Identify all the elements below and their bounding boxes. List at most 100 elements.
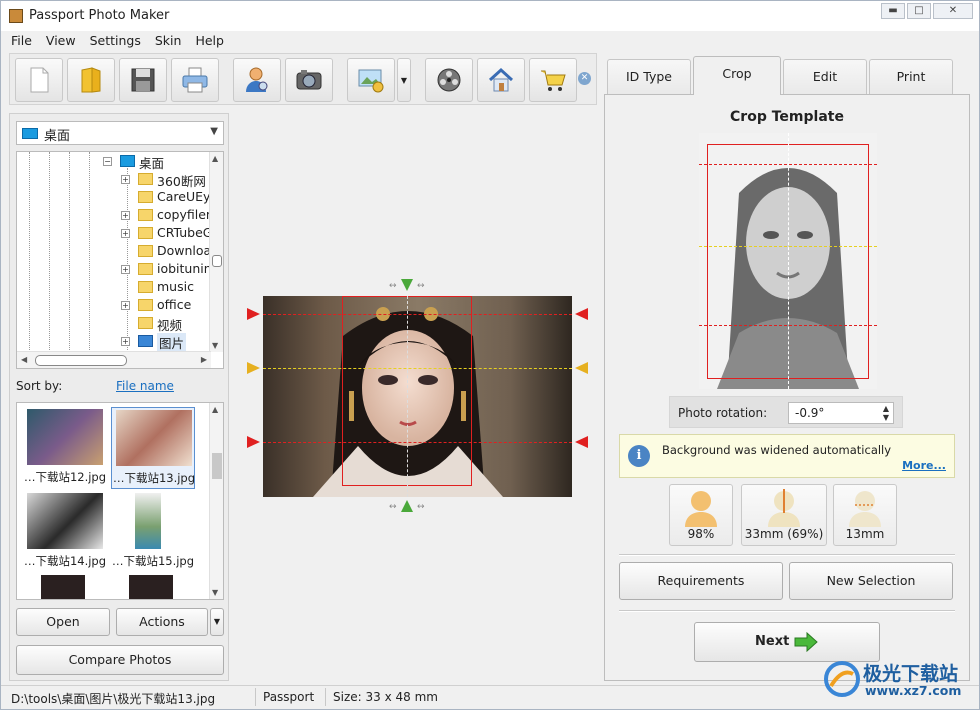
photo-rotation-label: Photo rotation: (678, 406, 768, 420)
move-right-icon[interactable]: ↔ (417, 502, 425, 512)
folder-icon (138, 209, 153, 221)
open-button[interactable] (67, 58, 115, 102)
menu-skin[interactable]: Skin (155, 31, 182, 51)
eye-distance-icon (849, 491, 881, 527)
menu-view[interactable]: View (46, 31, 76, 51)
tree-vertical-scrollbar[interactable]: ▲ ▼ (209, 152, 223, 352)
chin-guide-right-handle[interactable] (575, 436, 588, 448)
actions-dropdown[interactable]: ▼ (210, 608, 224, 636)
open-button[interactable]: Open (16, 608, 110, 636)
thumbnail-image (41, 575, 85, 599)
scroll-thumb[interactable] (212, 453, 222, 479)
tab-edit[interactable]: Edit (783, 59, 867, 94)
expand-icon[interactable]: + (121, 337, 130, 346)
crop-panel: Crop Template Photo rotation: -0.9° ▲▼ (604, 94, 970, 681)
tab-id-type[interactable]: ID Type (607, 59, 691, 94)
move-right-icon[interactable]: ↔ (417, 281, 425, 291)
requirements-button[interactable]: Requirements (619, 562, 783, 600)
menu-file[interactable]: File (11, 31, 32, 51)
save-button[interactable] (119, 58, 167, 102)
maximize-button[interactable]: □ (907, 3, 931, 19)
compare-photos-button[interactable]: Compare Photos (16, 645, 224, 675)
thumbnail-item[interactable]: …下载站14.jpg (23, 491, 107, 573)
image-settings-icon (358, 69, 384, 93)
template-center-line (788, 133, 789, 389)
menu-help[interactable]: Help (195, 31, 224, 51)
file-browser-panel: 桌面 ▼ − 桌面 + 360断网 CareUEye + copyfilen +… (9, 113, 229, 681)
chevron-down-icon: ▼ (210, 126, 218, 137)
window-title: Passport Photo Maker (29, 8, 170, 23)
top-guide-left-handle[interactable] (247, 308, 260, 320)
thumbnail-image (116, 410, 192, 466)
thumbnail-item[interactable] (23, 573, 107, 599)
thumbnail-image (129, 575, 173, 599)
film-button[interactable] (425, 58, 473, 102)
new-selection-button[interactable]: New Selection (789, 562, 953, 600)
thumbnail-image (27, 409, 103, 465)
watermark-url: www.xz7.com (865, 683, 962, 698)
minimize-button[interactable]: ▬ (881, 3, 905, 19)
thumbnail-item-selected[interactable]: …下载站13.jpg (111, 407, 195, 489)
scroll-down-icon[interactable]: ▼ (212, 588, 218, 597)
thumbnail-item[interactable] (111, 573, 195, 599)
expand-icon[interactable]: + (121, 175, 130, 184)
spinner-icon[interactable]: ▲ ▼ (883, 404, 889, 422)
scroll-up-icon[interactable]: ▲ (212, 405, 218, 414)
chin-guide-left-handle[interactable] (247, 436, 260, 448)
thumbnail-list: …下载站12.jpg …下载站13.jpg …下载站14.jpg …下载站15.… (16, 402, 224, 600)
tab-crop[interactable]: Crop (693, 56, 781, 95)
expand-icon[interactable]: + (121, 211, 130, 220)
close-toolbar-icon[interactable]: ✕ (578, 72, 591, 85)
tab-print[interactable]: Print (869, 59, 953, 94)
scroll-thumb[interactable] (35, 355, 127, 366)
eye-guide-right-handle[interactable] (575, 362, 588, 374)
info-icon: i (628, 445, 650, 467)
scroll-thumb[interactable] (212, 255, 222, 267)
shop-button[interactable] (529, 58, 577, 102)
top-guide-line[interactable] (263, 314, 572, 315)
image-settings-button[interactable] (347, 58, 395, 102)
expand-icon[interactable]: + (121, 265, 130, 274)
sort-by-link[interactable]: File name (116, 379, 174, 393)
actions-button[interactable]: Actions (116, 608, 208, 636)
scroll-right-icon[interactable]: ▶ (201, 355, 207, 364)
next-button[interactable]: Next (694, 622, 880, 662)
expand-icon[interactable]: + (121, 301, 130, 310)
move-left-icon[interactable]: ↔ (389, 502, 397, 512)
head-height-metric[interactable]: 33mm (69%) (741, 484, 827, 546)
tab-bar: ID Type Crop Edit Print (607, 56, 959, 95)
folder-icon (138, 299, 153, 311)
menu-settings[interactable]: Settings (90, 31, 141, 51)
thumbnail-item[interactable]: …下载站12.jpg (23, 407, 107, 489)
close-button[interactable]: ✕ (933, 3, 973, 19)
photo-rotation-input[interactable]: -0.9° ▲ ▼ (788, 402, 894, 424)
scroll-down-icon[interactable]: ▼ (212, 341, 218, 350)
expand-icon[interactable]: + (121, 229, 130, 238)
photo-canvas[interactable]: ↔ ↔ ↔ ↔ (237, 276, 599, 516)
bottom-handle-icon[interactable] (401, 500, 413, 512)
thumbnail-item[interactable]: …下载站15.jpg (111, 491, 195, 573)
home-button[interactable] (477, 58, 525, 102)
person-search-button[interactable] (233, 58, 281, 102)
head-size-metric[interactable]: 98% (669, 484, 733, 546)
thumbnail-scrollbar[interactable]: ▲ ▼ (209, 403, 223, 599)
camera-button[interactable] (285, 58, 333, 102)
top-handle-icon[interactable] (401, 279, 413, 291)
eye-guide-line[interactable] (263, 368, 572, 369)
move-left-icon[interactable]: ↔ (389, 281, 397, 291)
collapse-icon[interactable]: − (103, 157, 112, 166)
top-guide-right-handle[interactable] (575, 308, 588, 320)
chin-guide-line[interactable] (263, 442, 572, 443)
scroll-up-icon[interactable]: ▲ (212, 154, 218, 163)
home-icon (488, 67, 514, 92)
more-link[interactable]: More... (902, 459, 946, 472)
scroll-left-icon[interactable]: ◀ (21, 355, 27, 364)
eye-guide-left-handle[interactable] (247, 362, 260, 374)
eye-distance-metric[interactable]: 13mm (833, 484, 897, 546)
image-settings-dropdown[interactable]: ▼ (397, 58, 411, 102)
app-window: Passport Photo Maker ▬ □ ✕ File View Set… (0, 0, 980, 710)
new-button[interactable] (15, 58, 63, 102)
print-button[interactable] (171, 58, 219, 102)
tree-horizontal-scrollbar[interactable]: ◀ ▶ (17, 351, 211, 368)
folder-select[interactable]: 桌面 ▼ (16, 121, 224, 145)
